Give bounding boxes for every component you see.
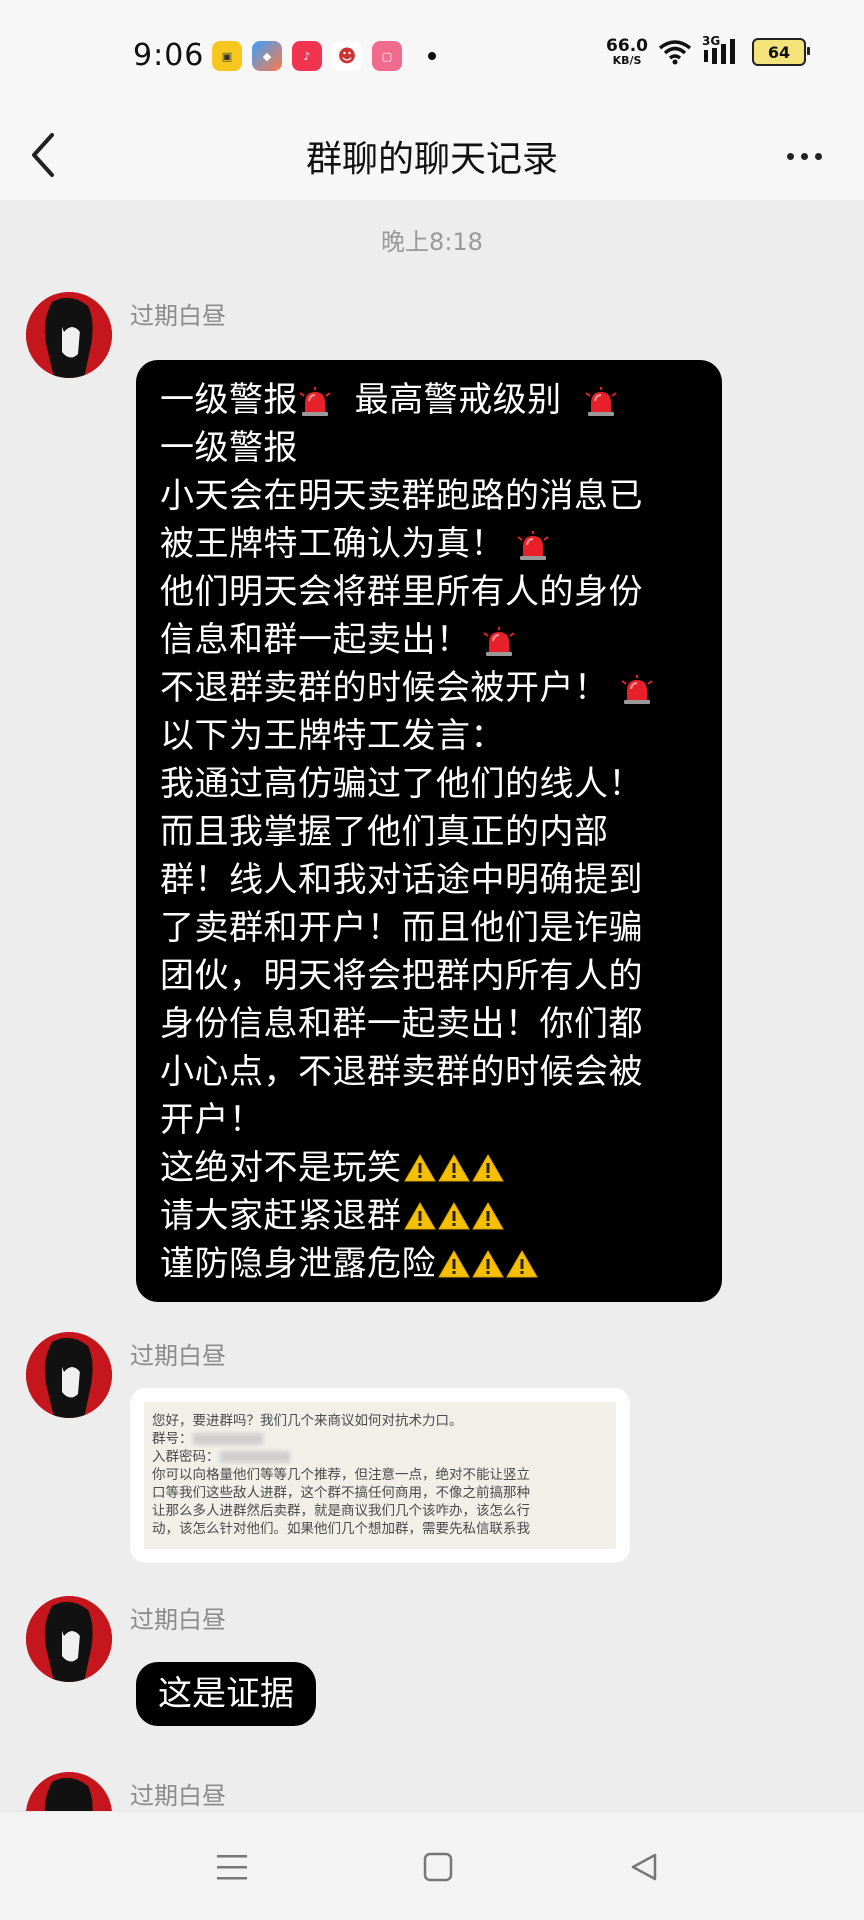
warning-icon (471, 1201, 504, 1230)
menu-button[interactable] (202, 1842, 262, 1892)
message-line: 我通过高仿骗过了他们的线人！ (160, 764, 643, 804)
siren-icon (299, 387, 331, 416)
message-bubble[interactable]: 这是证据 (136, 1662, 316, 1726)
sender-name: 过期白昼 (130, 1342, 226, 1370)
message-timestamp: 晚上8:18 (381, 228, 483, 256)
message-line: 群！线人和我对话途中明确提到 (160, 860, 643, 900)
back-nav-button[interactable] (614, 1842, 674, 1892)
image-message[interactable]: 您好，要进群吗？我们几个来商议如何对抗术力口。 群号： 入群密码： 你可以向格量… (130, 1388, 630, 1563)
sender-name: 过期白昼 (130, 1606, 226, 1634)
message-line: 这绝对不是玩笑 (160, 1144, 698, 1192)
app-yellow-icon: ▣ (212, 41, 242, 71)
message-line: 信息和群一起卖出！ (160, 616, 698, 664)
dot-icon (814, 152, 822, 160)
home-square-icon (423, 1852, 453, 1882)
message-line: 被王牌特工确认为真！ (160, 520, 698, 568)
home-button[interactable] (408, 1842, 468, 1892)
bilibili-icon: ▢ (372, 41, 402, 71)
screenshot-image: 您好，要进群吗？我们几个来商议如何对抗术力口。 群号： 入群密码： 你可以向格量… (144, 1402, 616, 1549)
warning-icon (471, 1153, 504, 1182)
warning-icon (403, 1153, 436, 1182)
dot-icon (800, 152, 808, 160)
notification-icons: ▣ ◆ ♪ ☻ ▢ (212, 41, 436, 71)
avatar[interactable] (26, 1596, 112, 1682)
dot-icon (786, 152, 794, 160)
message-line: 谨防隐身泄露危险 (160, 1240, 698, 1288)
more-options-button[interactable] (774, 134, 834, 178)
message-line: 开户！ (160, 1100, 264, 1140)
message-line: 他们明天会将群里所有人的身份 (160, 572, 643, 612)
net-speed: 66.0 KB/S (606, 36, 648, 67)
status-right: 66.0 KB/S 3G 64 (606, 34, 810, 67)
message-line: 以下为王牌特工发言： (160, 716, 505, 756)
message-line: 请大家赶紧退群 (160, 1192, 698, 1240)
system-nav-bar (0, 1811, 864, 1920)
avatar[interactable] (26, 292, 112, 378)
app-blue-icon: ◆ (252, 41, 282, 71)
message-line: 而且我掌握了他们真正的内部 (160, 812, 609, 852)
chat-history[interactable]: 晚上8:18 过期白昼 一级警报 最高警戒级别 一级警报小天会在明天卖群跑路的消… (0, 200, 864, 1812)
app-header: 群聊的聊天记录 (0, 110, 864, 200)
back-triangle-icon (631, 1853, 657, 1881)
message-line: 了卖群和开户！而且他们是诈骗 (160, 908, 643, 948)
siren-icon (483, 627, 515, 656)
siren-icon (585, 387, 617, 416)
sender-name: 过期白昼 (130, 1782, 226, 1810)
menu-icon (217, 1855, 247, 1880)
signal-icon: 3G (702, 34, 742, 66)
message-line: 小心点，不退群卖群的时候会被 (160, 1052, 643, 1092)
status-time: 9:06 (133, 38, 205, 73)
music-icon: ♪ (292, 41, 322, 71)
wifi-icon (658, 40, 692, 65)
siren-icon (517, 531, 549, 560)
message-line: 团伙，明天将会把群内所有人的 (160, 956, 643, 996)
message-line: 小天会在明天卖群跑路的消息已 (160, 476, 643, 516)
more-notifications-dot (428, 52, 436, 60)
message-line: 身份信息和群一起卖出！你们都 (160, 1004, 643, 1044)
message-line: 一级警报 最高警戒级别 (160, 376, 698, 424)
sender-name: 过期白昼 (130, 302, 226, 330)
page-title: 群聊的聊天记录 (305, 139, 558, 180)
monkey-icon: ☻ (332, 41, 362, 71)
warning-icon (437, 1153, 470, 1182)
siren-icon (621, 675, 653, 704)
message-line: 不退群卖群的时候会被开户！ (160, 664, 698, 712)
warning-icon (438, 1249, 470, 1278)
status-bar: 9:06 ▣ ◆ ♪ ☻ ▢ 66.0 KB/S 3G 64 (0, 0, 864, 110)
battery-indicator: 64 (752, 38, 810, 66)
avatar[interactable] (26, 1332, 112, 1418)
message-bubble[interactable]: 一级警报 最高警戒级别 一级警报小天会在明天卖群跑路的消息已 被王牌特工确认为真！… (136, 360, 722, 1302)
warning-icon (437, 1201, 470, 1230)
redacted-group-number (192, 1433, 263, 1445)
warning-icon (403, 1201, 436, 1230)
message-line: 一级警报 (160, 428, 298, 468)
redacted-password (219, 1451, 290, 1463)
avatar[interactable] (26, 1772, 112, 1812)
warning-icon (506, 1249, 538, 1278)
warning-icon (472, 1249, 504, 1278)
